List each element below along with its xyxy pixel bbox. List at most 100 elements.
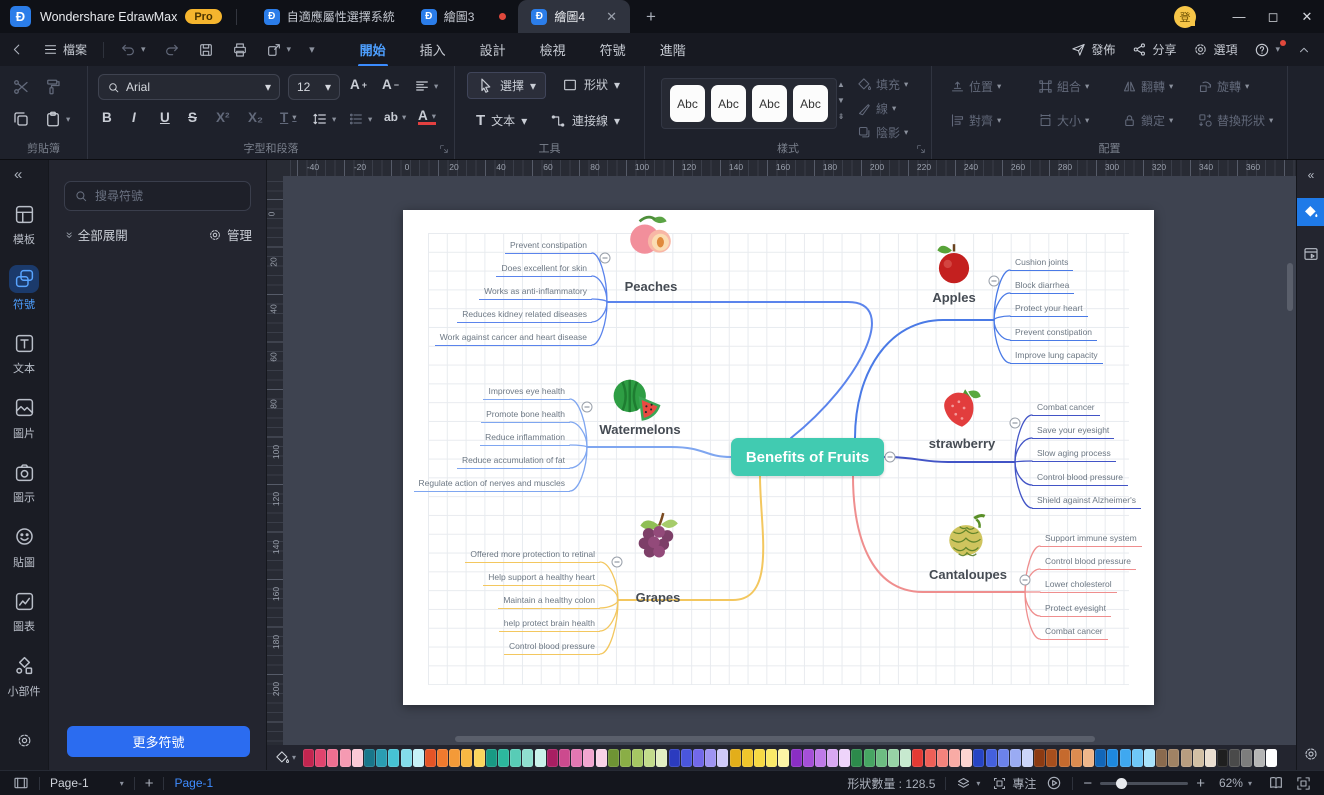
symbol-search-input[interactable]	[95, 189, 241, 203]
manage-symbols-button[interactable]: 管理	[208, 225, 252, 244]
color-swatch[interactable]	[863, 748, 875, 767]
font-size-select[interactable]: 12 ▾	[288, 74, 340, 100]
sidebar-settings-gear-icon[interactable]	[0, 732, 48, 749]
decrease-font-button[interactable]: A −	[382, 77, 399, 92]
superscript-button[interactable]: X²	[216, 110, 230, 125]
color-swatch[interactable]	[632, 748, 644, 767]
style-preset-4[interactable]: Abc	[793, 85, 828, 122]
page-panel-icon[interactable]	[13, 775, 29, 791]
mindmap-item[interactable]: Does excellent for skin	[496, 262, 592, 277]
color-swatch[interactable]	[473, 748, 485, 767]
color-swatch[interactable]	[1046, 748, 1058, 767]
color-swatch[interactable]	[1180, 748, 1192, 767]
symbol-search-box[interactable]	[64, 181, 251, 211]
color-swatch[interactable]	[1119, 748, 1131, 767]
collapse-right-panel-icon[interactable]: «	[1297, 168, 1324, 182]
mindmap-item[interactable]: Offered more protection to retinal	[465, 548, 600, 563]
collapse-panel-icon[interactable]: «	[14, 166, 22, 183]
mindmap-item[interactable]: Combat cancer	[1032, 401, 1100, 416]
expand-style-dialog-icon[interactable]	[916, 144, 926, 154]
rotate-button[interactable]: 旋轉 ▾	[1198, 78, 1249, 95]
more-symbols-button[interactable]: 更多符號	[67, 726, 250, 757]
account-avatar[interactable]: 登	[1174, 5, 1196, 28]
fruit-icon-strawberry[interactable]	[937, 383, 987, 433]
color-swatch[interactable]	[827, 748, 839, 767]
color-swatch[interactable]	[705, 748, 717, 767]
mindmap-branch-label[interactable]: Apples	[932, 290, 975, 305]
options-button[interactable]: 選項	[1193, 41, 1237, 58]
color-swatch[interactable]	[595, 748, 607, 767]
pagination-book-icon[interactable]	[1268, 775, 1284, 791]
color-swatch[interactable]	[1107, 748, 1119, 767]
copy-button[interactable]	[12, 110, 30, 128]
color-swatch[interactable]	[936, 748, 948, 767]
vertical-scrollbar[interactable]	[1287, 263, 1293, 311]
mindmap-item[interactable]: Control blood pressure	[1040, 555, 1136, 570]
fruit-icon-apple[interactable]	[929, 240, 979, 290]
color-swatch[interactable]	[412, 748, 424, 767]
tab-symbols[interactable]: 符號	[598, 40, 628, 59]
page-tab-active[interactable]: Page-1	[174, 776, 213, 790]
color-swatch[interactable]	[1131, 748, 1143, 767]
bold-button[interactable]: B	[102, 110, 112, 125]
mindmap-item[interactable]: Support immune system	[1040, 532, 1142, 547]
fruit-icon-peach[interactable]	[625, 211, 675, 261]
sidebar-item-symbols[interactable]: 符號	[0, 264, 48, 312]
color-swatch[interactable]	[400, 748, 412, 767]
color-swatch[interactable]	[461, 748, 473, 767]
mindmap-item[interactable]: Reduces kidney related diseases	[457, 308, 592, 323]
color-swatch[interactable]	[1156, 748, 1168, 767]
subscript-button[interactable]: X₂	[248, 110, 263, 125]
strikethrough-button[interactable]: S	[188, 110, 197, 125]
save-button[interactable]	[198, 42, 214, 58]
page-selector-dropdown[interactable]: Page-1 ▾	[50, 776, 124, 790]
fit-to-screen-button[interactable]	[1296, 776, 1311, 791]
export-button[interactable]: ▾	[266, 42, 291, 58]
mindmap-item[interactable]: Help support a healthy heart	[483, 571, 600, 586]
back-button[interactable]	[10, 42, 25, 57]
color-swatch[interactable]	[424, 748, 436, 767]
font-color-button[interactable]: A ▾	[418, 109, 437, 125]
mindmap-item[interactable]: Lower cholesterol	[1040, 578, 1117, 593]
minimize-button[interactable]: —	[1222, 0, 1256, 33]
collapse-branch-button[interactable]	[599, 252, 611, 264]
color-swatch[interactable]	[912, 748, 924, 767]
undo-button[interactable]: ▾	[120, 42, 146, 58]
color-swatch[interactable]	[1192, 748, 1204, 767]
color-swatch[interactable]	[839, 748, 851, 767]
mindmap-branch-label[interactable]: Watermelons	[599, 422, 680, 437]
document-page[interactable]: Prevent constipation Does excellent for s…	[403, 210, 1154, 705]
mindmap-item[interactable]: Control blood pressure	[1032, 471, 1128, 486]
color-swatch[interactable]	[1168, 748, 1180, 767]
group-button[interactable]: 組合 ▾	[1038, 78, 1089, 95]
redo-button[interactable]	[164, 42, 180, 58]
color-swatch[interactable]	[1022, 748, 1034, 767]
color-swatch[interactable]	[1204, 748, 1216, 767]
mindmap-item[interactable]: Save your eyesight	[1032, 424, 1115, 439]
sidebar-item-charts[interactable]: 圖表	[0, 587, 48, 634]
color-swatch[interactable]	[851, 748, 863, 767]
style-preset-1[interactable]: Abc	[670, 85, 705, 122]
line-spacing-button[interactable]: ▾	[312, 111, 336, 127]
position-button[interactable]: 位置 ▾	[950, 78, 1001, 95]
collapse-branch-button[interactable]	[988, 275, 1000, 287]
expand-all-button[interactable]: « 全部展開	[61, 225, 127, 244]
color-swatch[interactable]	[339, 748, 351, 767]
color-swatch[interactable]	[1034, 748, 1046, 767]
color-swatch[interactable]	[1229, 748, 1241, 767]
mindmap-item[interactable]: Maintain a healthy colon	[498, 594, 600, 609]
shape-tool-button[interactable]: 形狀 ▾	[553, 72, 629, 97]
flip-button[interactable]: 翻轉 ▾	[1122, 78, 1173, 95]
increase-font-button[interactable]: A +	[350, 77, 367, 92]
highlight-button[interactable]: ab ▾	[384, 110, 406, 124]
tab-home[interactable]: 開始	[358, 40, 388, 59]
color-swatch[interactable]	[924, 748, 936, 767]
tab-design[interactable]: 設計	[478, 40, 508, 59]
color-swatch[interactable]	[571, 748, 583, 767]
cut-button[interactable]	[12, 78, 30, 96]
maximize-button[interactable]: ◻	[1256, 0, 1290, 33]
color-swatch[interactable]	[900, 748, 912, 767]
style-scroll-up-icon[interactable]: ▲	[837, 80, 845, 89]
mindmap-item[interactable]: Slow aging process	[1032, 447, 1116, 462]
color-swatch[interactable]	[1009, 748, 1021, 767]
